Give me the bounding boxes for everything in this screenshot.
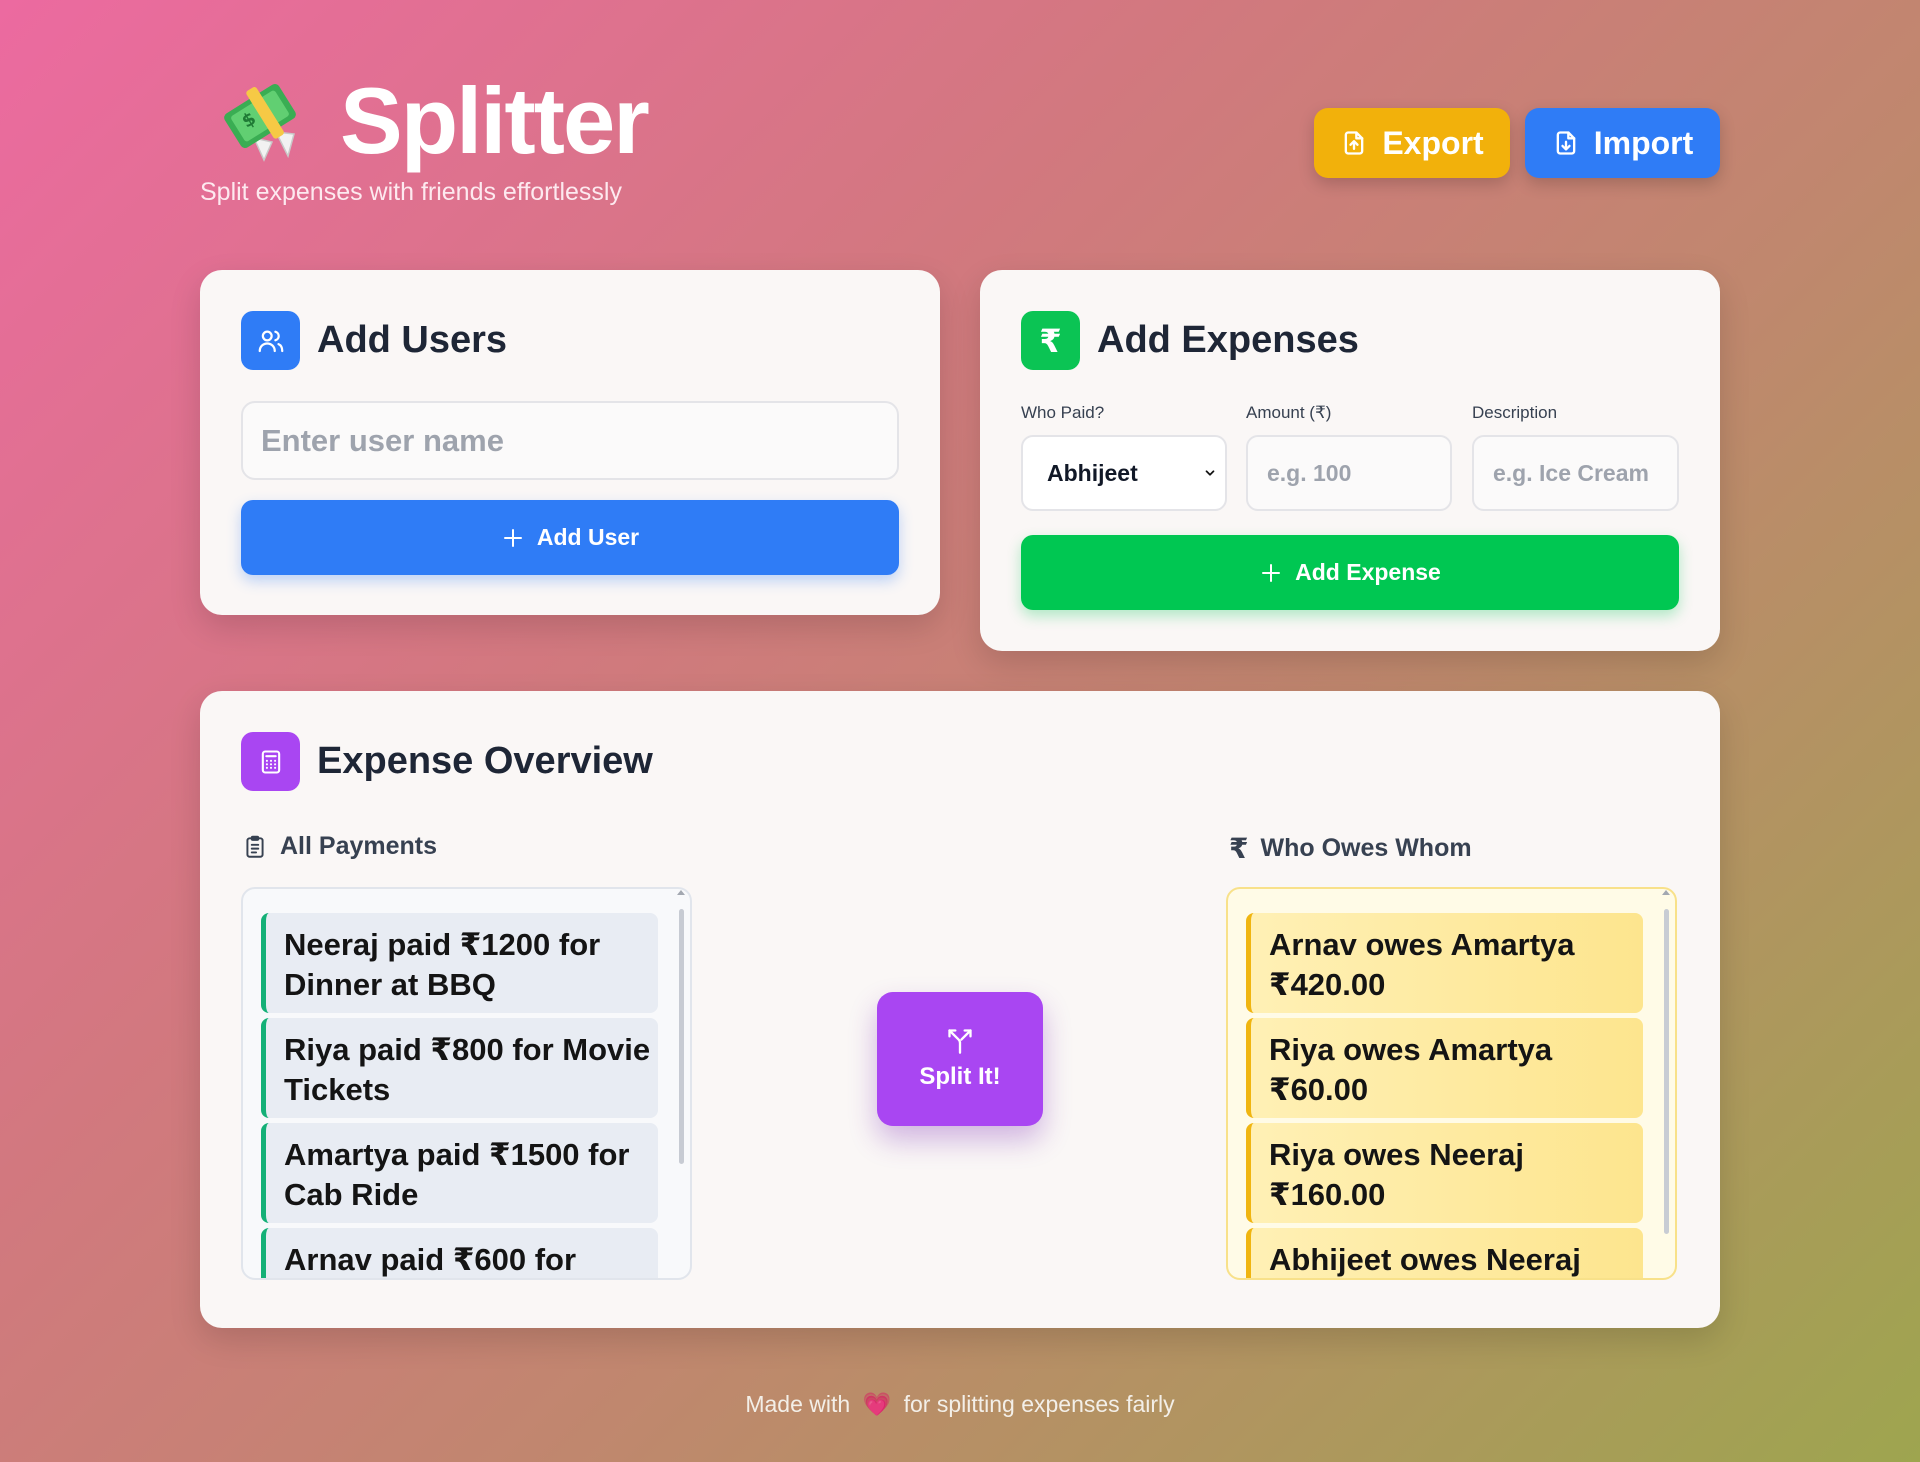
scroll-down-arrow-icon[interactable] [1662, 1279, 1670, 1280]
plus-icon [1262, 563, 1281, 582]
add-expense-button[interactable]: Add Expense [1021, 535, 1679, 610]
import-button[interactable]: Import [1525, 108, 1720, 178]
debt-item: Riya owes Neeraj ₹160.00 [1246, 1123, 1643, 1223]
money-with-wings-icon: $ [224, 83, 296, 162]
plus-icon [503, 528, 522, 547]
who-owes-whom-heading: ₹ Who Owes Whom [1229, 832, 1472, 865]
payment-item: Riya paid ₹800 for Movie Tickets [261, 1018, 658, 1118]
payments-scrollbar[interactable] [677, 890, 685, 1272]
app-header: $ Splitter Split expenses with friends e… [200, 70, 1720, 210]
payment-item: Neeraj paid ₹1200 for Dinner at BBQ [261, 913, 658, 1013]
amount-input[interactable] [1246, 435, 1452, 511]
all-payments-heading: All Payments [242, 832, 437, 861]
users-icon [241, 311, 300, 370]
scroll-up-arrow-icon[interactable] [1662, 890, 1670, 895]
import-button-label: Import [1593, 124, 1694, 161]
scroll-down-arrow-icon[interactable] [677, 1279, 685, 1280]
payment-item: Arnav paid ₹600 for [261, 1228, 658, 1278]
export-button-label: Export [1382, 124, 1484, 161]
payments-list[interactable]: Neeraj paid ₹1200 for Dinner at BBQ Riya… [241, 887, 692, 1280]
who-paid-label: Who Paid? [1021, 403, 1105, 422]
expense-overview-header: Expense Overview [241, 732, 653, 791]
add-expenses-card: ₹ Add Expenses Who Paid? Amount (₹) Desc… [980, 270, 1720, 651]
app-subtitle: Split expenses with friends effortlessly [200, 178, 622, 206]
add-expenses-title: Add Expenses [1097, 319, 1359, 361]
rupee-icon: ₹ [1229, 833, 1249, 864]
add-users-title: Add Users [317, 319, 508, 361]
clipboard-list-icon [246, 835, 264, 858]
split-it-button-label: Split It! [919, 1063, 1001, 1090]
expense-overview-title: Expense Overview [317, 740, 653, 782]
footer-prefix: Made with [745, 1391, 851, 1417]
add-expense-button-label: Add Expense [1295, 559, 1441, 585]
debts-scroll-thumb[interactable] [1664, 909, 1669, 1234]
add-expenses-header: ₹ Add Expenses [1021, 311, 1359, 370]
rupee-icon: ₹ [1021, 311, 1080, 370]
split-arrows-icon [948, 1029, 972, 1054]
payment-item: Amartya paid ₹1500 for Cab Ride [261, 1123, 658, 1223]
chevron-down-icon [1205, 470, 1215, 476]
scroll-up-arrow-icon[interactable] [677, 890, 685, 895]
split-it-button[interactable]: Split It! [877, 992, 1043, 1126]
debt-item: Abhijeet owes Neeraj [1246, 1228, 1643, 1278]
payments-scroll-thumb[interactable] [679, 909, 684, 1164]
who-owes-whom-heading-label: Who Owes Whom [1260, 834, 1472, 862]
file-export-icon [1344, 131, 1364, 155]
footer: Made with 💗 for splitting expenses fairl… [0, 1391, 1920, 1418]
file-import-icon [1556, 131, 1576, 155]
debt-item: Riya owes Amartya ₹60.00 [1246, 1018, 1643, 1118]
calculator-icon [241, 732, 300, 791]
amount-label: Amount (₹) [1246, 403, 1332, 422]
add-users-card: Add Users Add User [200, 270, 940, 615]
description-input[interactable] [1472, 435, 1679, 511]
add-users-header: Add Users [241, 311, 507, 370]
export-button[interactable]: Export [1314, 108, 1510, 178]
add-user-button-label: Add User [536, 524, 640, 550]
user-name-input[interactable] [241, 401, 899, 480]
who-paid-selected-value: Abhijeet [1047, 459, 1138, 486]
expense-overview-card: Expense Overview All Payments ₹ Who Owes… [200, 691, 1720, 1328]
app-title: Splitter [340, 68, 650, 173]
debts-list[interactable]: Arnav owes Amartya ₹420.00 Riya owes Ama… [1226, 887, 1677, 1280]
heart-icon: 💗 [862, 1391, 892, 1417]
add-user-button[interactable]: Add User [241, 500, 899, 575]
who-paid-select[interactable]: Abhijeet [1021, 435, 1227, 511]
description-label: Description [1472, 403, 1558, 422]
footer-suffix: for splitting expenses fairly [903, 1391, 1175, 1417]
debt-item: Arnav owes Amartya ₹420.00 [1246, 913, 1643, 1013]
all-payments-heading-label: All Payments [280, 832, 438, 860]
debts-scrollbar[interactable] [1662, 890, 1670, 1272]
